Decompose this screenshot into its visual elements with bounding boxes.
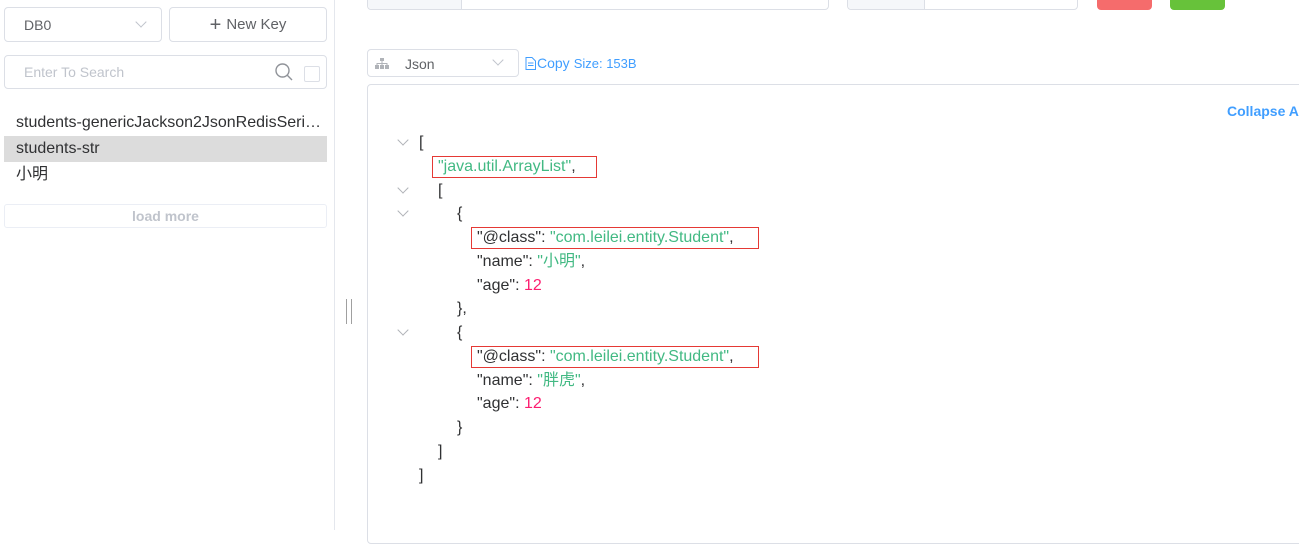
json-key: "age" xyxy=(477,276,516,294)
search-icon[interactable] xyxy=(275,63,293,81)
json-key: "name" xyxy=(477,371,529,389)
collapse-all-button[interactable]: Collapse All xyxy=(1227,103,1299,119)
json-number: 12 xyxy=(523,276,542,294)
json-bracket: [ xyxy=(438,181,443,199)
json-brace: } xyxy=(457,419,463,436)
chevron-down-icon xyxy=(135,16,147,28)
key-item[interactable]: 小明 xyxy=(4,162,327,188)
value-size: Size: 153B xyxy=(573,55,637,71)
copy-label: Copy xyxy=(537,55,570,71)
json-string: "java.util.ArrayList" xyxy=(438,157,572,175)
json-key: "@class" xyxy=(477,229,542,246)
format-select-value: Json xyxy=(405,56,435,72)
new-key-button[interactable]: + New Key xyxy=(169,7,327,42)
json-comma: , xyxy=(571,157,576,175)
ttl-input[interactable] xyxy=(847,0,1078,10)
json-key: "name" xyxy=(477,252,529,270)
save-button[interactable] xyxy=(1170,0,1225,10)
key-name-input[interactable] xyxy=(367,0,829,10)
json-brace: { xyxy=(457,324,463,341)
key-sidebar: DB0 + New Key students-genericJackson2Js… xyxy=(0,0,335,530)
json-comma: , xyxy=(580,371,586,389)
new-key-label: New Key xyxy=(226,16,287,33)
key-name-prefix xyxy=(368,0,462,9)
key-item-active[interactable]: students-str xyxy=(4,136,327,162)
json-key: "@class" xyxy=(477,347,542,365)
load-more-button[interactable]: load more xyxy=(4,204,327,228)
copy-button[interactable]: Copy Size: 153B xyxy=(525,55,637,71)
sidebar-resize-handle[interactable] xyxy=(346,299,352,324)
json-colon: : xyxy=(528,371,538,389)
json-colon: : xyxy=(515,395,524,413)
json-comma: , xyxy=(580,252,586,270)
json-comma: , xyxy=(729,347,734,365)
delete-button[interactable] xyxy=(1097,0,1152,10)
json-key: "age" xyxy=(477,395,516,413)
json-colon: : xyxy=(541,347,550,365)
exact-search-checkbox[interactable] xyxy=(304,66,320,82)
db-select-value: DB0 xyxy=(24,17,52,33)
json-brace: { xyxy=(457,205,463,223)
key-search xyxy=(4,55,327,89)
json-number: 12 xyxy=(523,395,542,413)
json-brace: }, xyxy=(457,300,467,318)
chevron-down-icon xyxy=(492,54,504,66)
json-colon: : xyxy=(528,252,538,270)
json-string: "小明" xyxy=(537,252,581,270)
json-viewer xyxy=(367,84,1299,544)
json-comma: , xyxy=(729,229,734,246)
sitemap-icon xyxy=(375,58,389,69)
ttl-prefix xyxy=(848,0,925,9)
json-bracket: ] xyxy=(419,466,424,484)
json-string: "胖虎" xyxy=(537,371,581,389)
key-item[interactable]: students-genericJackson2JsonRedisSeriali… xyxy=(4,110,327,136)
format-select[interactable]: Json xyxy=(367,49,519,77)
json-string: "com.leilei.entity.Student" xyxy=(549,229,730,246)
json-bracket: [ xyxy=(419,134,424,151)
json-colon: : xyxy=(515,276,524,294)
document-icon xyxy=(525,56,536,70)
json-bracket: ] xyxy=(438,442,443,460)
plus-icon: + xyxy=(209,13,222,36)
search-input[interactable] xyxy=(5,56,265,88)
db-select[interactable]: DB0 xyxy=(4,7,162,42)
json-string: "com.leilei.entity.Student" xyxy=(549,347,730,365)
json-colon: : xyxy=(541,229,550,246)
key-list: students-genericJackson2JsonRedisSeriali… xyxy=(4,110,327,188)
